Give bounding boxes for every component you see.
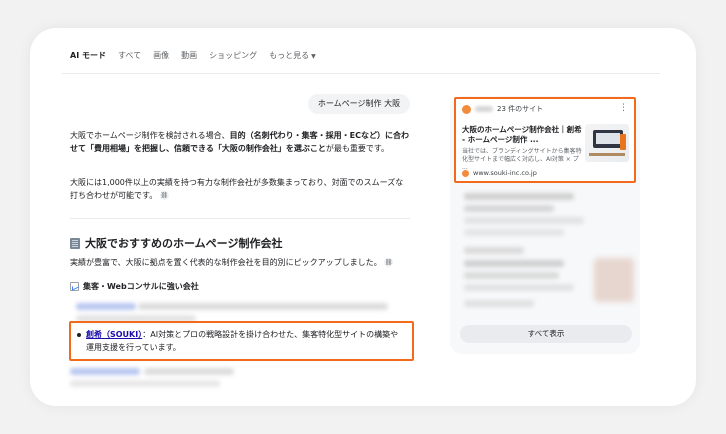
source-site: www.souki-inc.co.jp (462, 169, 537, 177)
p1-text-c: が最も重要です。 (325, 144, 390, 153)
blurred-text (464, 217, 584, 224)
link-icon[interactable]: ⛓ (159, 191, 169, 200)
souki-link[interactable]: 創希（SOUKI） (86, 330, 142, 339)
p2-text: 大阪には1,000件以上の実績を持つ有力な制作会社が多数集まっており、対面でのス… (70, 178, 404, 200)
blurred-text (464, 247, 524, 254)
tab-shopping[interactable]: ショッピング (209, 50, 257, 61)
thumbnail-screen (593, 130, 623, 148)
section-heading-text: 大阪でおすすめのホームページ制作会社 (85, 237, 283, 250)
answer-paragraph-1: 大阪でホームページ制作を検討される場合、目的（名刺代わり・集客・採用・ECなど）… (70, 129, 410, 155)
blurred-text (70, 380, 220, 387)
show-all-button[interactable]: すべて表示 (460, 325, 632, 343)
tab-images[interactable]: 画像 (153, 50, 169, 61)
kebab-menu-icon[interactable]: ⋮ (619, 103, 628, 113)
query-bubble: ホームページ制作 大阪 (308, 94, 410, 114)
source-card-highlighted[interactable]: 23 件のサイト ⋮ 大阪のホームページ制作会社｜創希 - ホームページ制作 .… (454, 97, 636, 183)
bullet-text-1: ：AI対策とプロの戦略設計を掛け合わせた、集客特化型サイトの構築や (142, 330, 399, 339)
blurred-text (464, 193, 574, 200)
subheading-text: 集客・Webコンサルに強い会社 (83, 282, 199, 291)
blurred-favicons (475, 106, 493, 112)
section-heading: 大阪でおすすめのホームページ制作会社 (70, 235, 282, 251)
bullet-line-1: 創希（SOUKI）：AI対策とプロの戦略設計を掛け合わせた、集客特化型サイトの構… (77, 328, 406, 341)
blurred-text (138, 303, 388, 310)
blurred-text (464, 300, 534, 307)
tab-videos[interactable]: 動画 (181, 50, 197, 61)
bullet-dot (77, 332, 81, 337)
source-thumbnail (585, 124, 629, 162)
results-card: AI モード すべて 画像 動画 ショッピング もっと見る ▼ ホームページ制作 … (30, 28, 696, 406)
chart-icon (70, 282, 79, 291)
source-site-label: www.souki-inc.co.jp (473, 169, 537, 177)
source-count-label: 23 件のサイト (497, 105, 544, 113)
tab-more-label: もっと見る (269, 50, 310, 60)
blurred-thumbnail (594, 258, 634, 302)
tabs-divider (62, 73, 660, 74)
answer-paragraph-2: 大阪には1,000件以上の実績を持つ有力な制作会社が多数集まっており、対面でのス… (70, 176, 410, 202)
blurred-text (464, 284, 574, 291)
intro-text: 実績が豊富で、大阪に拠点を置く代表的な制作会社を目的別にピックアップしました。 (70, 258, 382, 267)
bullet-text-2: 運用支援を行っています。 (86, 343, 181, 352)
chevron-down-icon: ▼ (311, 52, 316, 60)
link-icon[interactable]: ⛓ (384, 258, 394, 267)
highlighted-bullet: 創希（SOUKI）：AI対策とプロの戦略設計を掛け合わせた、集客特化型サイトの構… (69, 321, 414, 361)
p1-text-a: 大阪でホームページ制作を検討される場合、 (70, 131, 230, 140)
favicon-icon (462, 169, 469, 177)
tab-all[interactable]: すべて (118, 50, 141, 61)
blurred-link (70, 368, 140, 375)
thumbnail-desk (589, 153, 625, 156)
section-divider (70, 218, 410, 219)
source-card-title[interactable]: 大阪のホームページ制作会社｜創希 - ホームページ制作 ... (462, 125, 582, 145)
section-intro: 実績が豊富で、大阪に拠点を置く代表的な制作会社を目的別にピックアップしました。 … (70, 256, 410, 269)
search-tabs: AI モード すべて 画像 動画 ショッピング もっと見る ▼ (70, 48, 316, 62)
blurred-text (464, 260, 564, 267)
blurred-text (144, 368, 234, 375)
tab-ai-mode[interactable]: AI モード (70, 50, 106, 61)
tab-more[interactable]: もっと見る ▼ (269, 50, 316, 61)
blurred-text (464, 229, 564, 236)
favicon-icon (462, 104, 471, 114)
subheading: 集客・Webコンサルに強い会社 (70, 281, 199, 292)
thumbnail-accent (620, 134, 626, 150)
blurred-text (464, 205, 554, 212)
blurred-link (76, 303, 136, 310)
building-icon (70, 237, 80, 249)
source-count: 23 件のサイト (462, 104, 543, 114)
blurred-text (464, 272, 559, 279)
